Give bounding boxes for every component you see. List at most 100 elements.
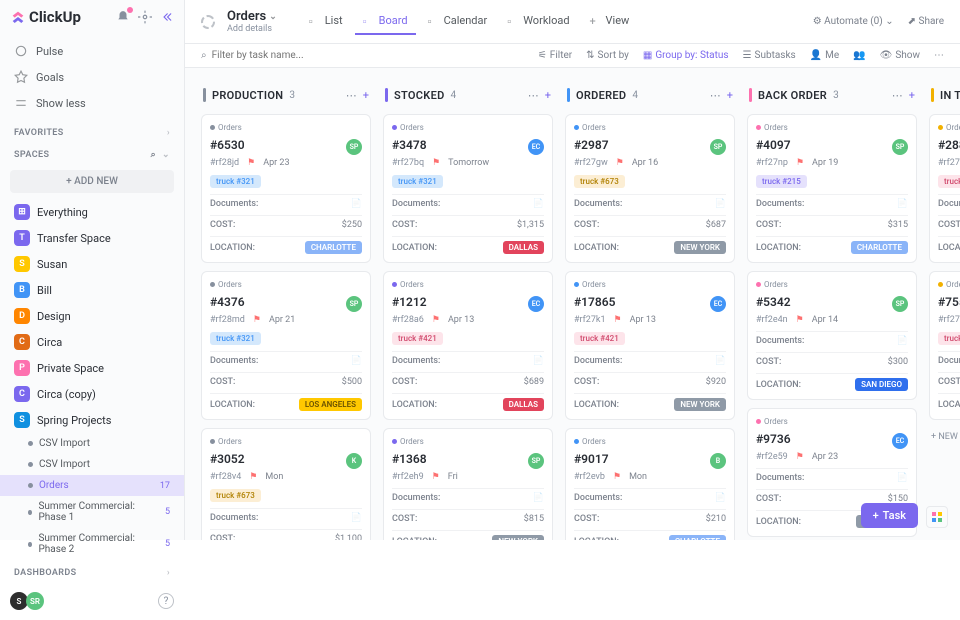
- view-tab-board[interactable]: ▫Board: [355, 8, 416, 35]
- document-icon[interactable]: 📄: [897, 473, 908, 483]
- assignee-avatar[interactable]: SP: [528, 453, 544, 469]
- due-date[interactable]: Apr 14: [812, 315, 838, 325]
- view-tab-list[interactable]: ▫List: [301, 8, 351, 35]
- task-card[interactable]: Orders #5342 SP #rf2e4n⚑Apr 14 Documents…: [747, 271, 917, 400]
- location-tag[interactable]: LOS ANGELES: [299, 398, 362, 411]
- document-icon[interactable]: 📄: [897, 336, 908, 346]
- search-icon[interactable]: ⌕: [151, 150, 156, 160]
- location-tag[interactable]: CHARLOTTE: [305, 241, 362, 254]
- document-icon[interactable]: 📄: [533, 356, 544, 366]
- page-subtitle[interactable]: Add details: [227, 24, 277, 34]
- task-card[interactable]: Orders #4376 SP #rf28md⚑Apr 21 truck #32…: [201, 271, 371, 420]
- document-icon[interactable]: 📄: [533, 199, 544, 209]
- list-item[interactable]: Orders17: [0, 475, 184, 496]
- flag-icon[interactable]: ⚑: [249, 472, 257, 482]
- truck-tag[interactable]: truck #321: [392, 175, 443, 188]
- user-avatar[interactable]: SR: [26, 592, 44, 610]
- flag-icon[interactable]: ⚑: [432, 158, 440, 168]
- assignee-avatar[interactable]: SP: [346, 139, 362, 155]
- space-item[interactable]: CCirca (copy): [0, 381, 184, 407]
- list-item[interactable]: CSV Import: [0, 433, 184, 454]
- filter-button[interactable]: ⚟ Filter: [538, 50, 572, 61]
- truck-tag[interactable]: truck #421: [392, 332, 443, 345]
- task-card[interactable]: Orders #7556 #rf27vz⚑Thu truck #421 Docu…: [929, 271, 960, 420]
- space-item[interactable]: DDesign: [0, 303, 184, 329]
- due-date[interactable]: Fri: [448, 472, 458, 482]
- truck-tag[interactable]: truck #421: [938, 175, 960, 188]
- truck-tag[interactable]: truck #673: [574, 175, 625, 188]
- assignee-avatar[interactable]: SP: [892, 139, 908, 155]
- me-button[interactable]: 👤 Me: [810, 50, 840, 61]
- due-date[interactable]: Apr 21: [269, 315, 295, 325]
- add-new-button[interactable]: + ADD NEW: [10, 170, 174, 193]
- flag-icon[interactable]: ⚑: [796, 315, 804, 325]
- automate-button[interactable]: ⚙ Automate (0) ⌄: [813, 16, 894, 27]
- truck-tag[interactable]: truck #321: [210, 332, 261, 345]
- location-tag[interactable]: SAN DIEGO: [855, 378, 908, 391]
- space-item[interactable]: ⊞Everything: [0, 199, 184, 225]
- document-icon[interactable]: 📄: [351, 513, 362, 523]
- new-task-fab[interactable]: + Task: [861, 503, 918, 528]
- flag-icon[interactable]: ⚑: [613, 472, 621, 482]
- location-tag[interactable]: DALLAS: [503, 398, 544, 411]
- due-date[interactable]: Mon: [265, 472, 283, 482]
- view-tab-view[interactable]: +View: [582, 8, 638, 35]
- more-icon[interactable]: ⋯: [934, 50, 944, 61]
- collapse-icon[interactable]: [160, 10, 174, 24]
- add-card-button[interactable]: +: [909, 89, 915, 102]
- flag-icon[interactable]: ⚑: [616, 158, 624, 168]
- document-icon[interactable]: 📄: [351, 199, 362, 209]
- help-icon[interactable]: ?: [158, 593, 174, 609]
- location-tag[interactable]: CHARLOTTE: [669, 535, 726, 540]
- assignee-avatar[interactable]: EC: [528, 296, 544, 312]
- document-icon[interactable]: 📄: [351, 356, 362, 366]
- apps-button[interactable]: [926, 506, 948, 528]
- add-card-button[interactable]: +: [545, 89, 551, 102]
- location-tag[interactable]: NEW YORK: [492, 535, 544, 540]
- add-card-button[interactable]: +: [727, 89, 733, 102]
- flag-icon[interactable]: ⚑: [614, 315, 622, 325]
- space-item[interactable]: SSpring Projects: [0, 407, 184, 433]
- task-card[interactable]: Orders #17865 EC #rf27k1⚑Apr 13 truck #4…: [565, 271, 735, 420]
- document-icon[interactable]: 📄: [897, 199, 908, 209]
- task-card[interactable]: Orders #2887 #rf27te⚑Fri truck #421 Docu…: [929, 114, 960, 263]
- settings-icon[interactable]: [138, 10, 152, 24]
- task-card[interactable]: Orders #1212 EC #rf28a6⚑Apr 13 truck #42…: [383, 271, 553, 420]
- truck-tag[interactable]: truck #421: [574, 332, 625, 345]
- list-item[interactable]: CSV Import: [0, 454, 184, 475]
- truck-tag[interactable]: truck #321: [210, 175, 261, 188]
- due-date[interactable]: Apr 13: [630, 315, 656, 325]
- due-date[interactable]: Tomorrow: [448, 158, 489, 168]
- truck-tag[interactable]: truck #215: [756, 175, 807, 188]
- location-tag[interactable]: DALLAS: [503, 241, 544, 254]
- task-card[interactable]: Orders #2987 SP #rf27gw⚑Apr 16 truck #67…: [565, 114, 735, 263]
- truck-tag[interactable]: truck #673: [210, 489, 261, 502]
- location-tag[interactable]: CHARLOTTE: [851, 241, 908, 254]
- nav-showless[interactable]: Show less: [0, 90, 184, 116]
- location-tag[interactable]: NEW YORK: [674, 241, 726, 254]
- truck-tag[interactable]: truck #421: [938, 332, 960, 345]
- page-title[interactable]: Orders ⌄: [227, 9, 277, 24]
- view-tab-workload[interactable]: ▫Workload: [499, 8, 577, 35]
- more-icon[interactable]: ⋯: [528, 89, 539, 102]
- document-icon[interactable]: 📄: [715, 493, 726, 503]
- assignees-button[interactable]: 👥: [853, 50, 865, 61]
- spaces-header[interactable]: SPACES⌕⌄: [0, 142, 184, 164]
- flag-icon[interactable]: ⚑: [432, 315, 440, 325]
- groupby-button[interactable]: ▦ Group by: Status: [643, 50, 729, 61]
- location-tag[interactable]: NEW YORK: [674, 398, 726, 411]
- flag-icon[interactable]: ⚑: [796, 158, 804, 168]
- task-card[interactable]: Orders #4097 SP #rf27np⚑Apr 19 truck #21…: [747, 114, 917, 263]
- flag-icon[interactable]: ⚑: [432, 472, 440, 482]
- assignee-avatar[interactable]: K: [346, 453, 362, 469]
- flag-icon[interactable]: ⚑: [796, 452, 804, 462]
- due-date[interactable]: Apr 16: [632, 158, 658, 168]
- assignee-avatar[interactable]: SP: [892, 296, 908, 312]
- list-item[interactable]: Summer Commercial: Phase 25: [0, 528, 184, 560]
- assignee-avatar[interactable]: EC: [710, 296, 726, 312]
- space-item[interactable]: TTransfer Space: [0, 225, 184, 251]
- assignee-avatar[interactable]: EC: [528, 139, 544, 155]
- assignee-avatar[interactable]: SP: [710, 139, 726, 155]
- share-button[interactable]: ⬈ Share: [908, 16, 944, 27]
- favorites-header[interactable]: FAVORITES›: [0, 120, 184, 142]
